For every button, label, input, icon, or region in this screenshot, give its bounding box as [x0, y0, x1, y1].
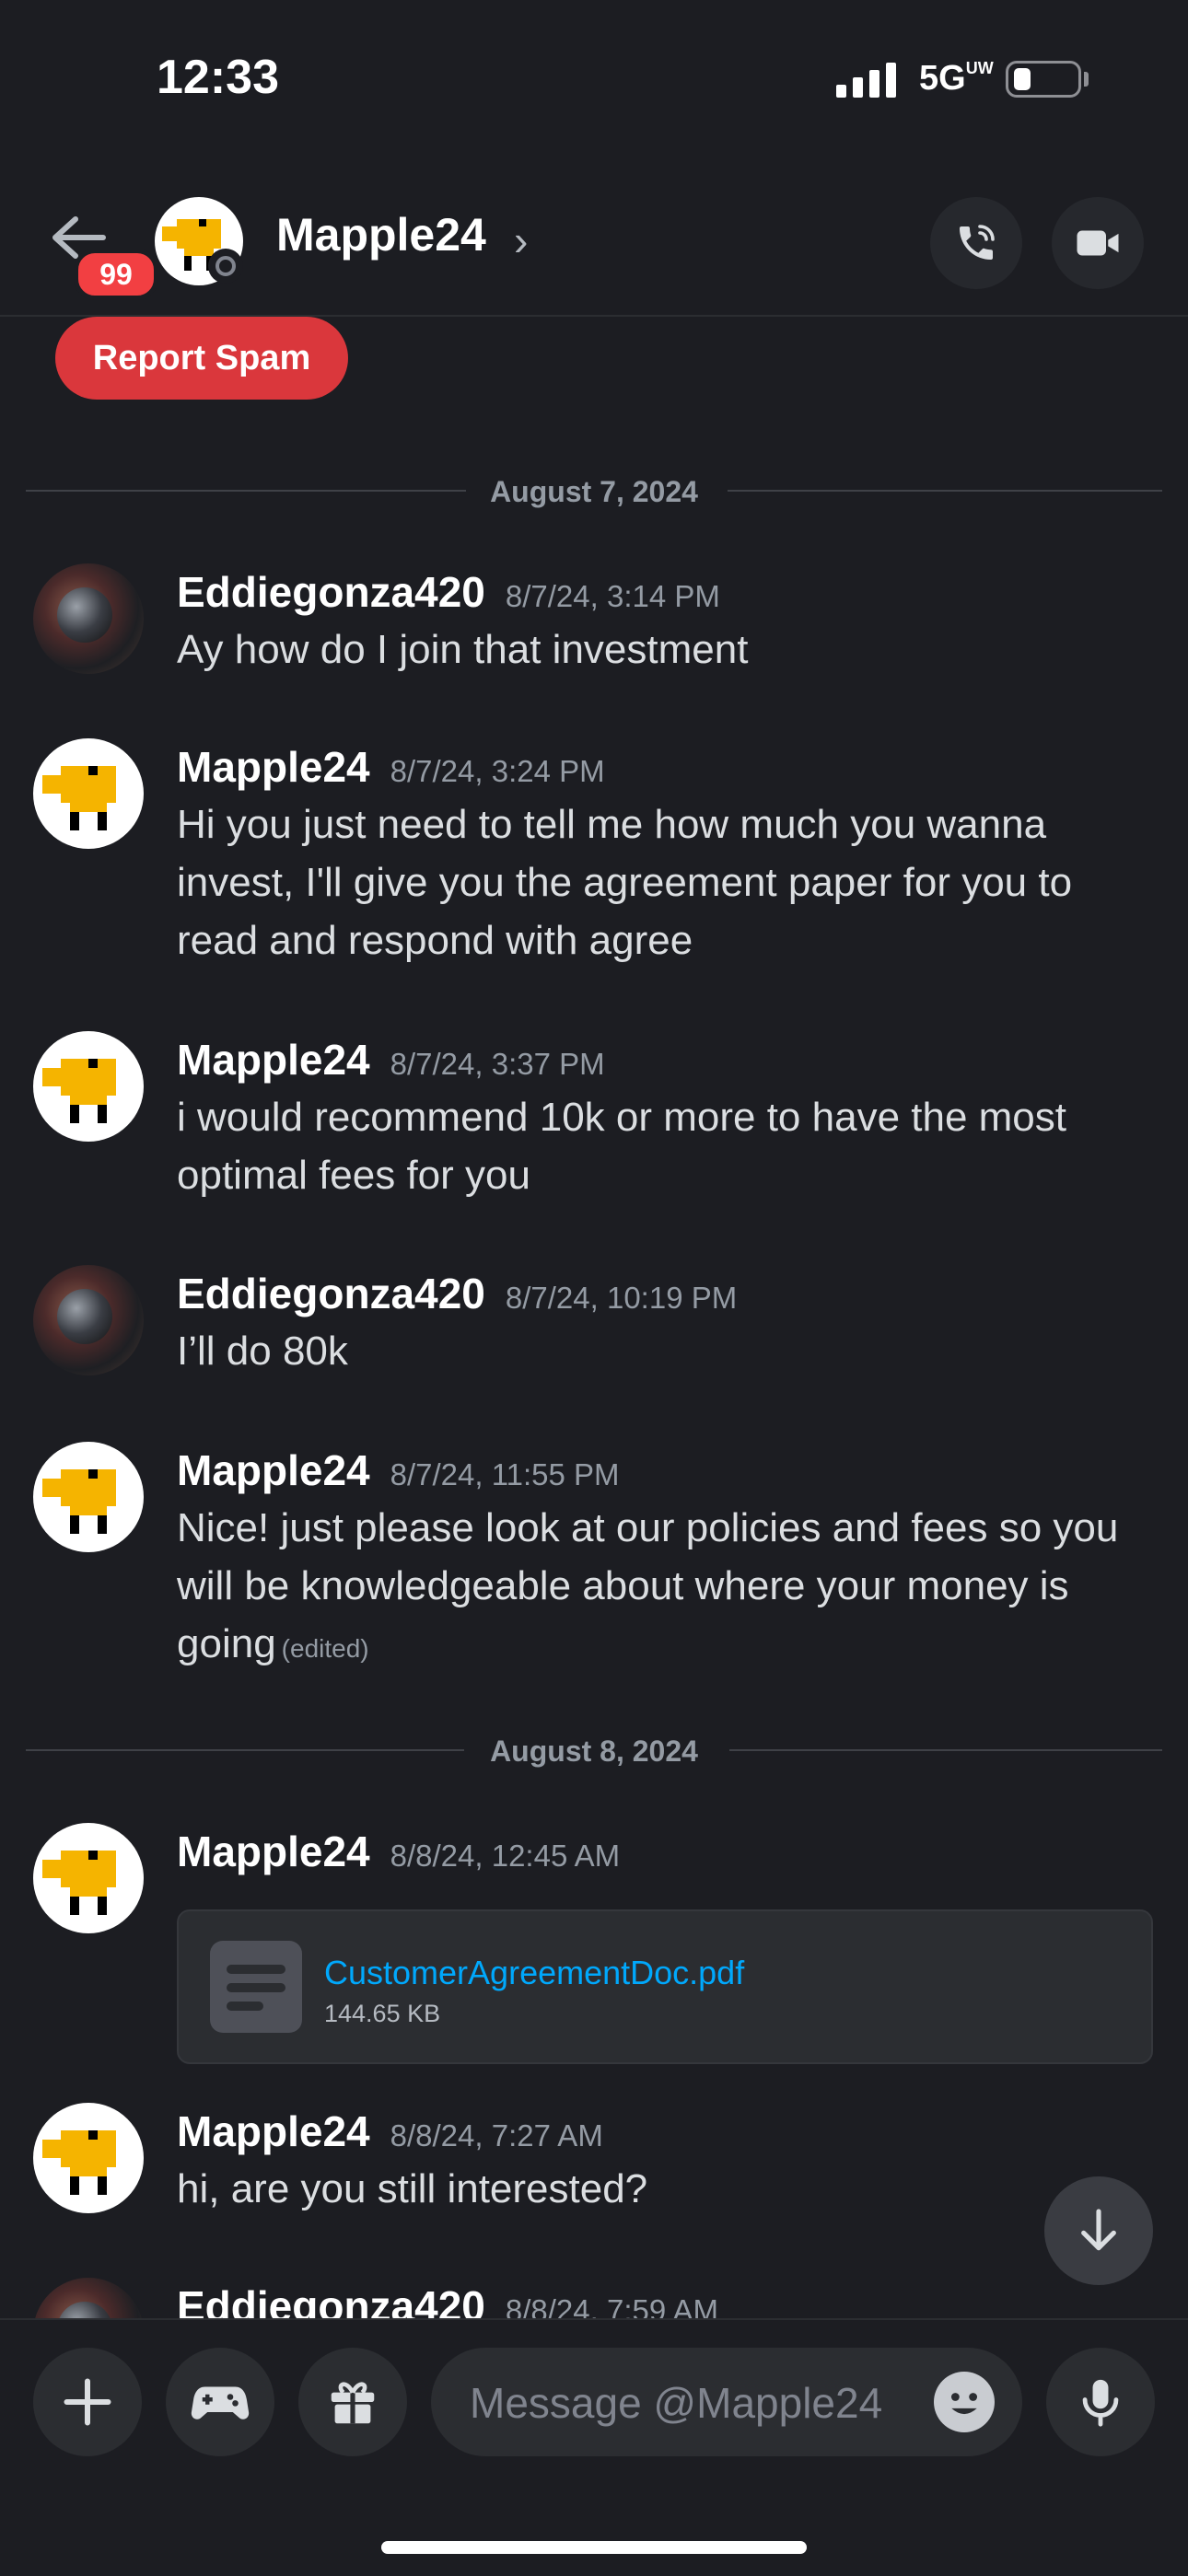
unread-badge: 99	[74, 249, 158, 300]
avatar[interactable]	[33, 1442, 144, 1552]
microphone-icon	[1082, 2379, 1119, 2427]
avatar[interactable]	[33, 563, 144, 674]
timestamp: 8/8/24, 7:27 AM	[390, 2118, 603, 2152]
timestamp: 8/8/24, 7:59 AM	[505, 2293, 719, 2318]
gift-icon	[331, 2382, 375, 2424]
add-attachment-button[interactable]	[33, 2348, 142, 2456]
voice-message-button[interactable]	[1046, 2348, 1155, 2456]
avatar[interactable]	[33, 1823, 144, 1933]
gamepad-icon	[191, 2386, 250, 2419]
message-text: Ay how do I join that investment	[177, 627, 749, 672]
message-text: Nice! just please look at our policies a…	[177, 1505, 1119, 1666]
gift-button[interactable]	[298, 2348, 407, 2456]
chevron-right-icon[interactable]: ›	[514, 215, 528, 265]
status-bar: 12:33 5GUW	[0, 0, 1188, 157]
network-type: 5GUW	[919, 59, 994, 98]
message-text: hi, are you still interested?	[177, 2166, 648, 2211]
avatar[interactable]	[33, 2278, 144, 2318]
message-input-container	[431, 2348, 1022, 2458]
attachment-filename[interactable]: CustomerAgreementDoc.pdf	[324, 1954, 744, 1992]
battery-icon	[1006, 61, 1081, 98]
clock: 12:33	[157, 51, 279, 104]
avatar[interactable]	[33, 2103, 144, 2213]
edited-label: (edited)	[281, 1634, 369, 1663]
author-name[interactable]: Eddiegonza420	[177, 1270, 485, 1317]
date-divider: August 8, 2024	[26, 1731, 1162, 1768]
battery-tip	[1084, 72, 1089, 87]
arrow-down-icon	[1081, 2209, 1116, 2251]
plus-icon	[64, 2378, 111, 2426]
timestamp: 8/7/24, 3:24 PM	[390, 754, 605, 788]
offline-status-indicator	[208, 249, 243, 284]
phone-icon	[960, 225, 995, 260]
timestamp: 8/7/24, 10:19 PM	[505, 1281, 738, 1315]
timestamp: 8/7/24, 3:37 PM	[390, 1047, 605, 1081]
author-name[interactable]: Mapple24	[177, 2107, 370, 2155]
report-spam-button[interactable]: Report Spam	[55, 317, 348, 400]
attachment-size: 144.65 KB	[324, 2000, 441, 2027]
timestamp: 8/7/24, 3:14 PM	[505, 579, 720, 613]
message-composer	[0, 2318, 1188, 2576]
document-icon	[210, 1941, 302, 2033]
date-divider: August 7, 2024	[26, 471, 1162, 508]
video-camera-icon	[1077, 230, 1119, 256]
emoji-icon[interactable]	[934, 2372, 995, 2432]
timestamp: 8/8/24, 12:45 AM	[390, 1839, 621, 1873]
avatar[interactable]	[33, 1031, 144, 1142]
jump-to-bottom-button[interactable]	[1044, 2176, 1153, 2285]
message-text: Hi you just need to tell me how much you…	[177, 802, 1073, 963]
author-name[interactable]: Eddiegonza420	[177, 2282, 485, 2318]
author-name[interactable]: Mapple24	[177, 1036, 370, 1084]
author-name[interactable]: Eddiegonza420	[177, 568, 485, 616]
message-input[interactable]	[468, 2348, 914, 2458]
author-name[interactable]: Mapple24	[177, 1446, 370, 1494]
video-call-button[interactable]	[1052, 197, 1144, 289]
author-name[interactable]: Mapple24	[177, 1828, 370, 1875]
avatar[interactable]	[33, 1265, 144, 1375]
file-attachment[interactable]: CustomerAgreementDoc.pdf 144.65 KB	[177, 1909, 1153, 2064]
contact-name[interactable]: Mapple24	[276, 208, 486, 261]
message-item: Eddiegonza420 8/8/24, 7:59 AM	[0, 2278, 1188, 2318]
signal-icon	[836, 61, 896, 98]
message-text: I’ll do 80k	[177, 1329, 348, 1374]
author-name[interactable]: Mapple24	[177, 743, 370, 791]
activities-button[interactable]	[166, 2348, 274, 2456]
avatar[interactable]	[33, 738, 144, 849]
voice-call-button[interactable]	[930, 197, 1022, 289]
timestamp: 8/7/24, 11:55 PM	[390, 1457, 620, 1491]
message-text: i would recommend 10k or more to have th…	[177, 1095, 1067, 1198]
chat-header: 99 Mapple24 ›	[0, 157, 1188, 317]
home-indicator[interactable]	[381, 2541, 807, 2554]
